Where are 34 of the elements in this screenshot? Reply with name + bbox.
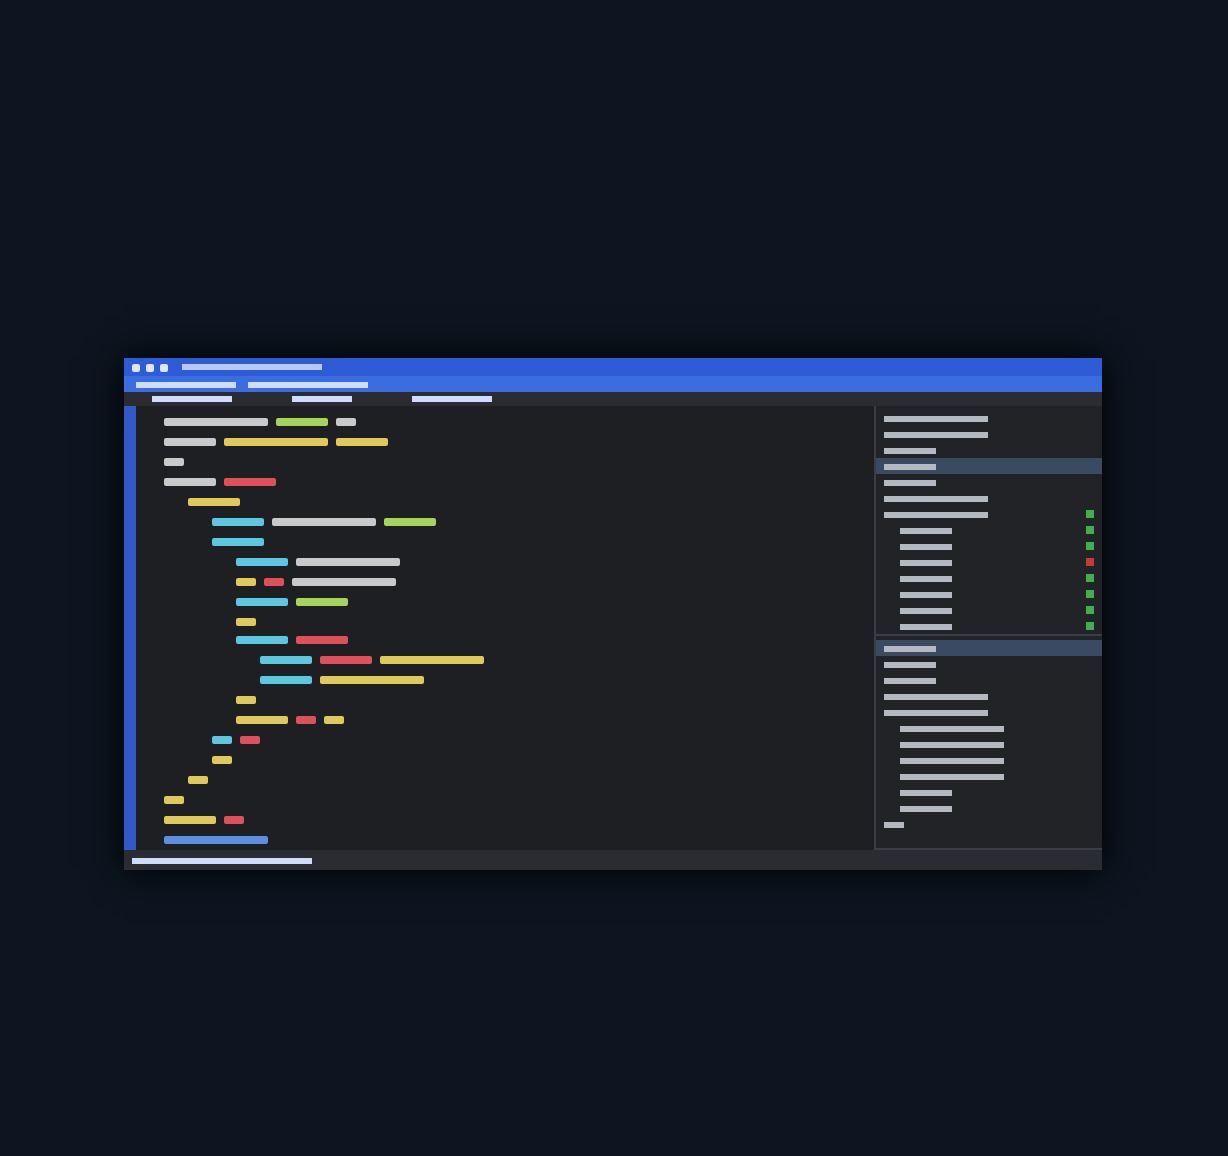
blurred-item-text bbox=[900, 543, 952, 549]
blurred-item-text bbox=[884, 645, 936, 651]
blurred-item-text bbox=[884, 479, 936, 485]
blurred-item-text bbox=[884, 661, 936, 667]
blurred-item-text bbox=[900, 789, 952, 795]
blurred-item-text bbox=[900, 805, 952, 811]
blurred-title-text bbox=[182, 364, 322, 370]
blurred-tab-text bbox=[152, 396, 232, 402]
blurred-item-text bbox=[900, 623, 952, 629]
outline-item[interactable] bbox=[876, 458, 1102, 474]
blurred-item-text bbox=[900, 607, 952, 613]
blurred-item-text bbox=[900, 575, 952, 581]
blurred-item-text bbox=[884, 821, 904, 827]
blurred-item-text bbox=[884, 677, 936, 683]
blurred-tab-text bbox=[412, 396, 492, 402]
blurred-item-text bbox=[884, 431, 988, 437]
blurred-item-text bbox=[884, 447, 936, 453]
blurred-item-text bbox=[884, 709, 988, 715]
outline-item[interactable] bbox=[876, 640, 1102, 656]
blurred-tab-text bbox=[292, 396, 352, 402]
blurred-item-text bbox=[900, 757, 1004, 763]
blurred-item-text bbox=[900, 725, 1004, 731]
blurred-item-text bbox=[884, 495, 988, 501]
blurred-item-text bbox=[900, 741, 1004, 747]
blurred-item-text bbox=[884, 511, 988, 517]
blurred-item-text bbox=[900, 527, 952, 533]
blurred-item-text bbox=[884, 463, 936, 469]
blurred-item-text bbox=[884, 693, 988, 699]
blurred-item-text bbox=[900, 591, 952, 597]
blurred-item-text bbox=[884, 415, 988, 421]
blurred-toolbar-text bbox=[136, 381, 236, 387]
blurred-toolbar-text bbox=[248, 381, 368, 387]
blurred-item-text bbox=[900, 559, 952, 565]
blurred-item-text bbox=[900, 773, 1004, 779]
